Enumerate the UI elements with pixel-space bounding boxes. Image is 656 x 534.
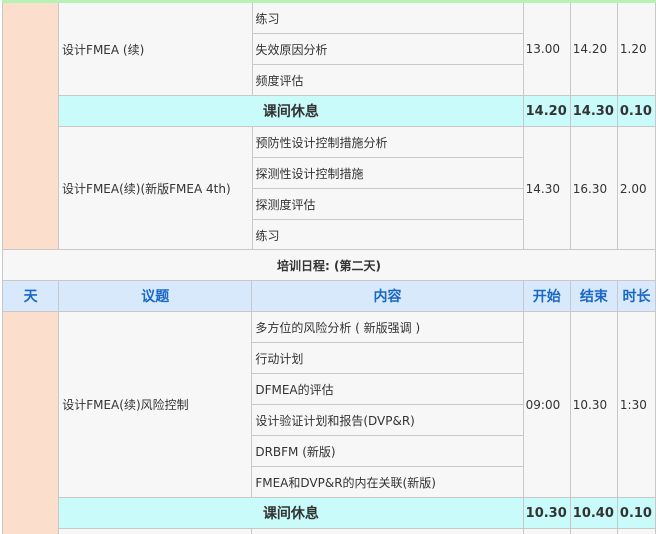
content-item: 探测度评估 [251, 188, 524, 220]
header-row: 天 议题 内容 开始 结束 时长 [1, 280, 656, 312]
day-cell-1 [1, 2, 60, 251]
section-title-row: 培训日程: (第二天) [2, 249, 656, 281]
content-item: 频度评估 [251, 64, 524, 96]
end-time: 16.30 [569, 126, 618, 251]
break-row: 课间休息 14.20 14.30 0.10 [3, 95, 656, 127]
content-item: 探测性设计控制措施 [251, 157, 524, 189]
content-item: DFMEA的评估 [251, 373, 524, 405]
break-duration: 0.10 [616, 497, 656, 529]
header-topic: 议题 [58, 280, 253, 312]
break-end: 10.40 [569, 497, 618, 529]
schedule-page: 设计FMEA (续) 练习 13.00 14.20 1.20 失效原因分析 频度… [0, 0, 656, 534]
topic-cell: 设计FMEA(续)风险控制 [58, 311, 253, 498]
start-time: 14.30 [522, 126, 571, 251]
content-item: 设计验证计划和报告(DVP&R) [251, 404, 524, 436]
header-content: 内容 [251, 280, 524, 312]
content-item: 多方位的风险分析 ( 新版强调 ) [251, 311, 524, 343]
schedule-table-day2: 培训日程: (第二天) 天 议题 内容 开始 结束 时长 设计FMEA(续)风险… [1, 249, 656, 534]
duration: 1:30 [616, 311, 656, 498]
break-start: 10.30 [522, 497, 571, 529]
content-item: 练习 [251, 2, 524, 34]
content-item: 失效原因分析 [251, 33, 524, 65]
break-row: 课间休息 10.30 10.40 0.10 [3, 497, 656, 529]
section-title: 培训日程: (第二天) [2, 249, 656, 281]
content-item: 行动计划 [251, 342, 524, 374]
duration: 2.00 [616, 126, 656, 251]
header-start: 开始 [522, 280, 571, 312]
table-row: 设计FMEA(续)(新版FMEA 4th) 预防性设计控制措施分析 14.30 … [3, 126, 656, 251]
break-start: 14.20 [522, 95, 571, 127]
content-item: FMEA和DVP&R的内在关联(新版) [251, 466, 524, 498]
table-row: 设计FMEA (续) 练习 13.00 14.20 1.20 [1, 2, 656, 251]
table-row [3, 528, 656, 534]
end-time: 10.30 [569, 311, 618, 498]
content-item: 预防性设计控制措施分析 [251, 126, 524, 158]
duration: 1.20 [616, 2, 656, 96]
table-row: 设计FMEA(续)风险控制 多方位的风险分析 ( 新版强调 ) 09:00 10… [1, 311, 656, 534]
schedule-table: 设计FMEA (续) 练习 13.00 14.20 1.20 失效原因分析 频度… [1, 0, 656, 251]
break-duration: 0.10 [616, 95, 656, 127]
break-label: 课间休息 [58, 95, 524, 127]
break-label: 课间休息 [58, 497, 524, 529]
content-item: DRBFM (新版) [251, 435, 524, 467]
start-time: 09:00 [522, 311, 571, 498]
topic-cell: 设计FMEA (续) [58, 2, 253, 96]
topic-cell: 设计FMEA(续)(新版FMEA 4th) [58, 126, 253, 251]
break-end: 14.30 [569, 95, 618, 127]
header-duration: 时长 [616, 280, 656, 312]
header-day: 天 [1, 280, 60, 312]
header-end: 结束 [569, 280, 618, 312]
content-item: 练习 [251, 219, 524, 251]
start-time: 13.00 [522, 2, 571, 96]
day-cell-2 [1, 311, 60, 534]
end-time: 14.20 [569, 2, 618, 96]
